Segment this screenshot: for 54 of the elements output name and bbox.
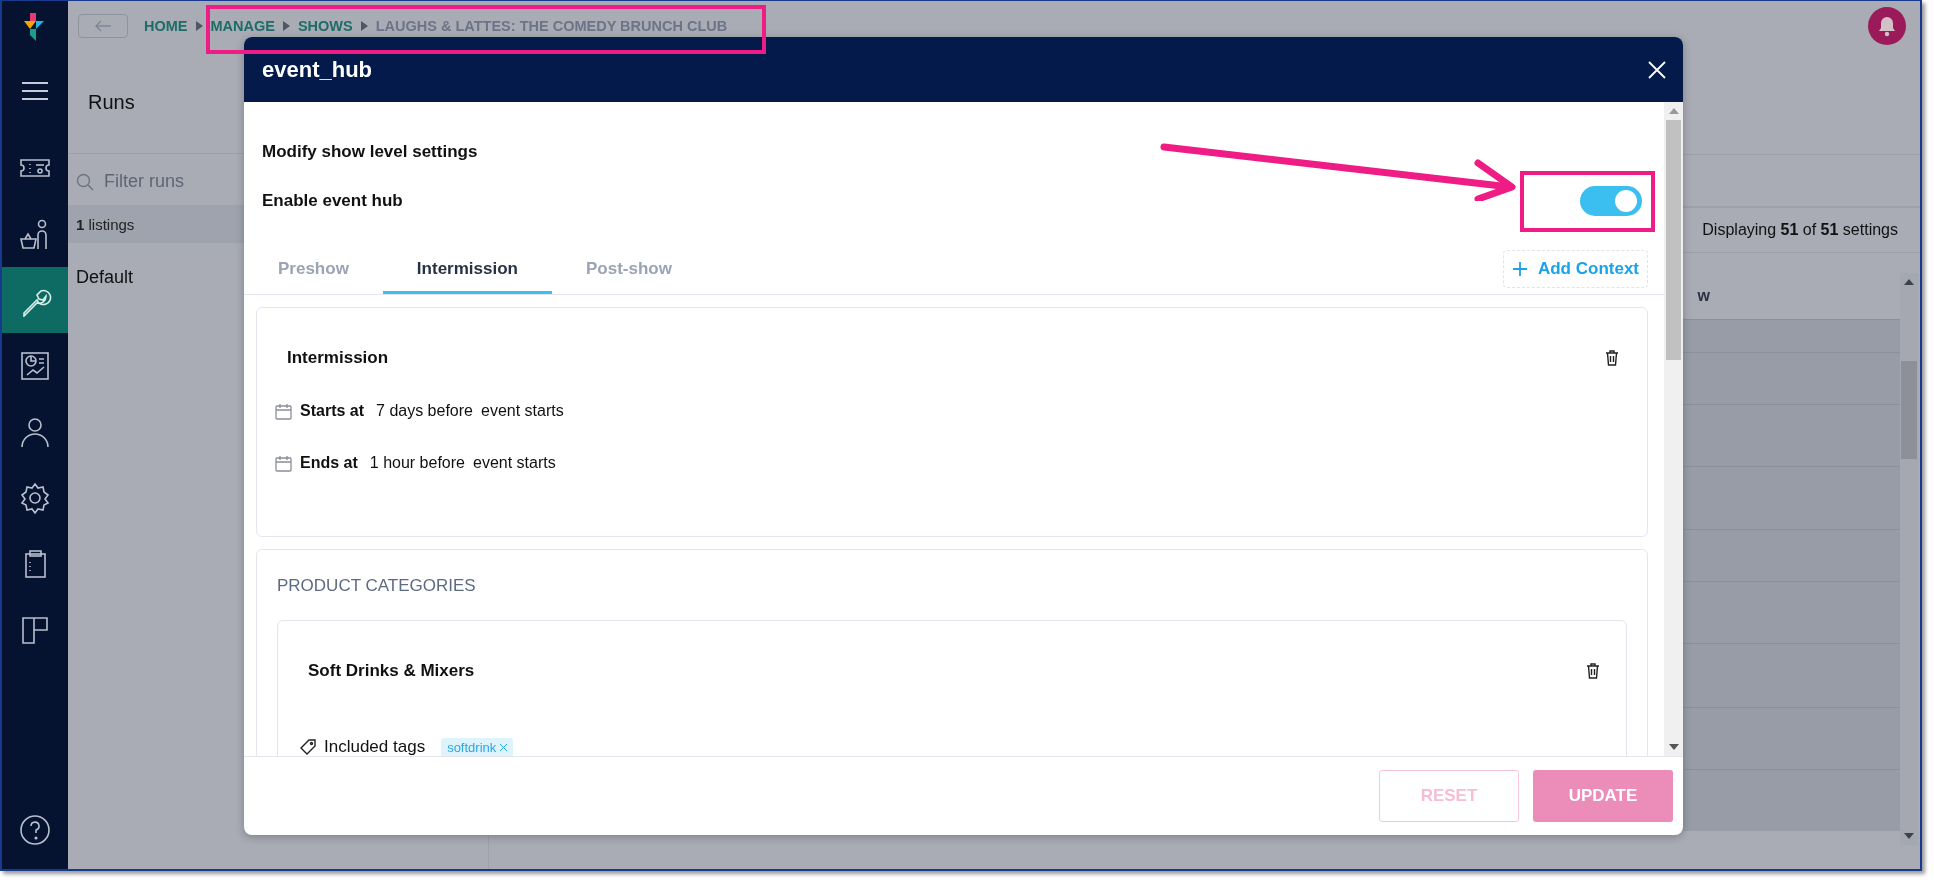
report-icon xyxy=(18,349,52,383)
filter-field[interactable]: Filter runs xyxy=(102,170,306,193)
context-title: Intermission xyxy=(287,348,389,368)
caret-icon xyxy=(195,21,203,31)
tab[interactable]: Preshow xyxy=(244,259,383,294)
toggle-switch[interactable] xyxy=(1580,186,1642,216)
trash-icon[interactable] xyxy=(1586,663,1600,679)
add-context-button[interactable]: Add Context xyxy=(1502,250,1648,288)
toggle-label: Enable event hub xyxy=(262,191,403,211)
caret-icon xyxy=(360,21,368,31)
section-heading: PRODUCT CATEGORIES xyxy=(277,575,477,596)
caret-icon xyxy=(282,21,290,31)
person-icon xyxy=(18,415,52,449)
sidebar-item[interactable] xyxy=(2,267,68,333)
plus-icon xyxy=(1511,261,1528,277)
scroll-down-icon[interactable] xyxy=(1904,833,1914,839)
trash-icon[interactable] xyxy=(1605,350,1619,366)
tags-label: Included tags xyxy=(324,737,426,756)
column-header: w xyxy=(1697,287,1710,305)
calendar-icon xyxy=(275,454,292,472)
tag-icon xyxy=(300,739,316,755)
dialog-title: event_hub xyxy=(262,56,373,83)
breadcrumb-link[interactable]: HOME xyxy=(144,18,188,34)
tab[interactable]: Post-show xyxy=(551,259,706,294)
scroll-thumb[interactable] xyxy=(1901,361,1917,459)
scroll-thumb[interactable] xyxy=(1666,120,1681,360)
scrollbar[interactable] xyxy=(1900,273,1918,845)
back-arrow-icon xyxy=(94,20,112,32)
time-offset: 1 hour before xyxy=(369,454,465,472)
close-icon[interactable] xyxy=(1647,59,1667,80)
calendar-icon xyxy=(275,402,292,420)
search-icon xyxy=(76,172,94,191)
bell-icon xyxy=(1877,15,1897,37)
category-title: Soft Drinks & Mixers xyxy=(308,661,475,681)
settings-icon xyxy=(18,481,52,515)
time-offset: 7 days before xyxy=(376,402,473,420)
help-icon xyxy=(18,813,52,847)
breadcrumb-link[interactable]: SHOWS xyxy=(297,18,353,34)
scroll-down-icon[interactable] xyxy=(1668,744,1679,750)
scrollbar[interactable] xyxy=(1664,102,1683,756)
settings-count: Displaying 51 of 51 settings xyxy=(1702,221,1898,239)
time-anchor: event starts xyxy=(481,402,564,420)
logo-icon[interactable] xyxy=(24,13,46,43)
listings-count: 1 listings xyxy=(76,215,135,233)
tag-chip[interactable]: softdrink xyxy=(441,737,514,756)
breadcrumb-link[interactable]: MANAGE xyxy=(210,18,275,34)
time-anchor: event starts xyxy=(473,454,556,472)
time-label: Ends at xyxy=(300,454,358,472)
time-label: Starts at xyxy=(300,402,365,420)
notification-button[interactable] xyxy=(1868,7,1906,45)
breadcrumb-link[interactable]: LAUGHS & LATTES: THE COMEDY BRUNCH CLUB xyxy=(375,18,728,34)
tab[interactable]: Intermission xyxy=(382,259,552,294)
scroll-up-icon[interactable] xyxy=(1904,279,1914,285)
menu-icon[interactable] xyxy=(21,81,49,101)
